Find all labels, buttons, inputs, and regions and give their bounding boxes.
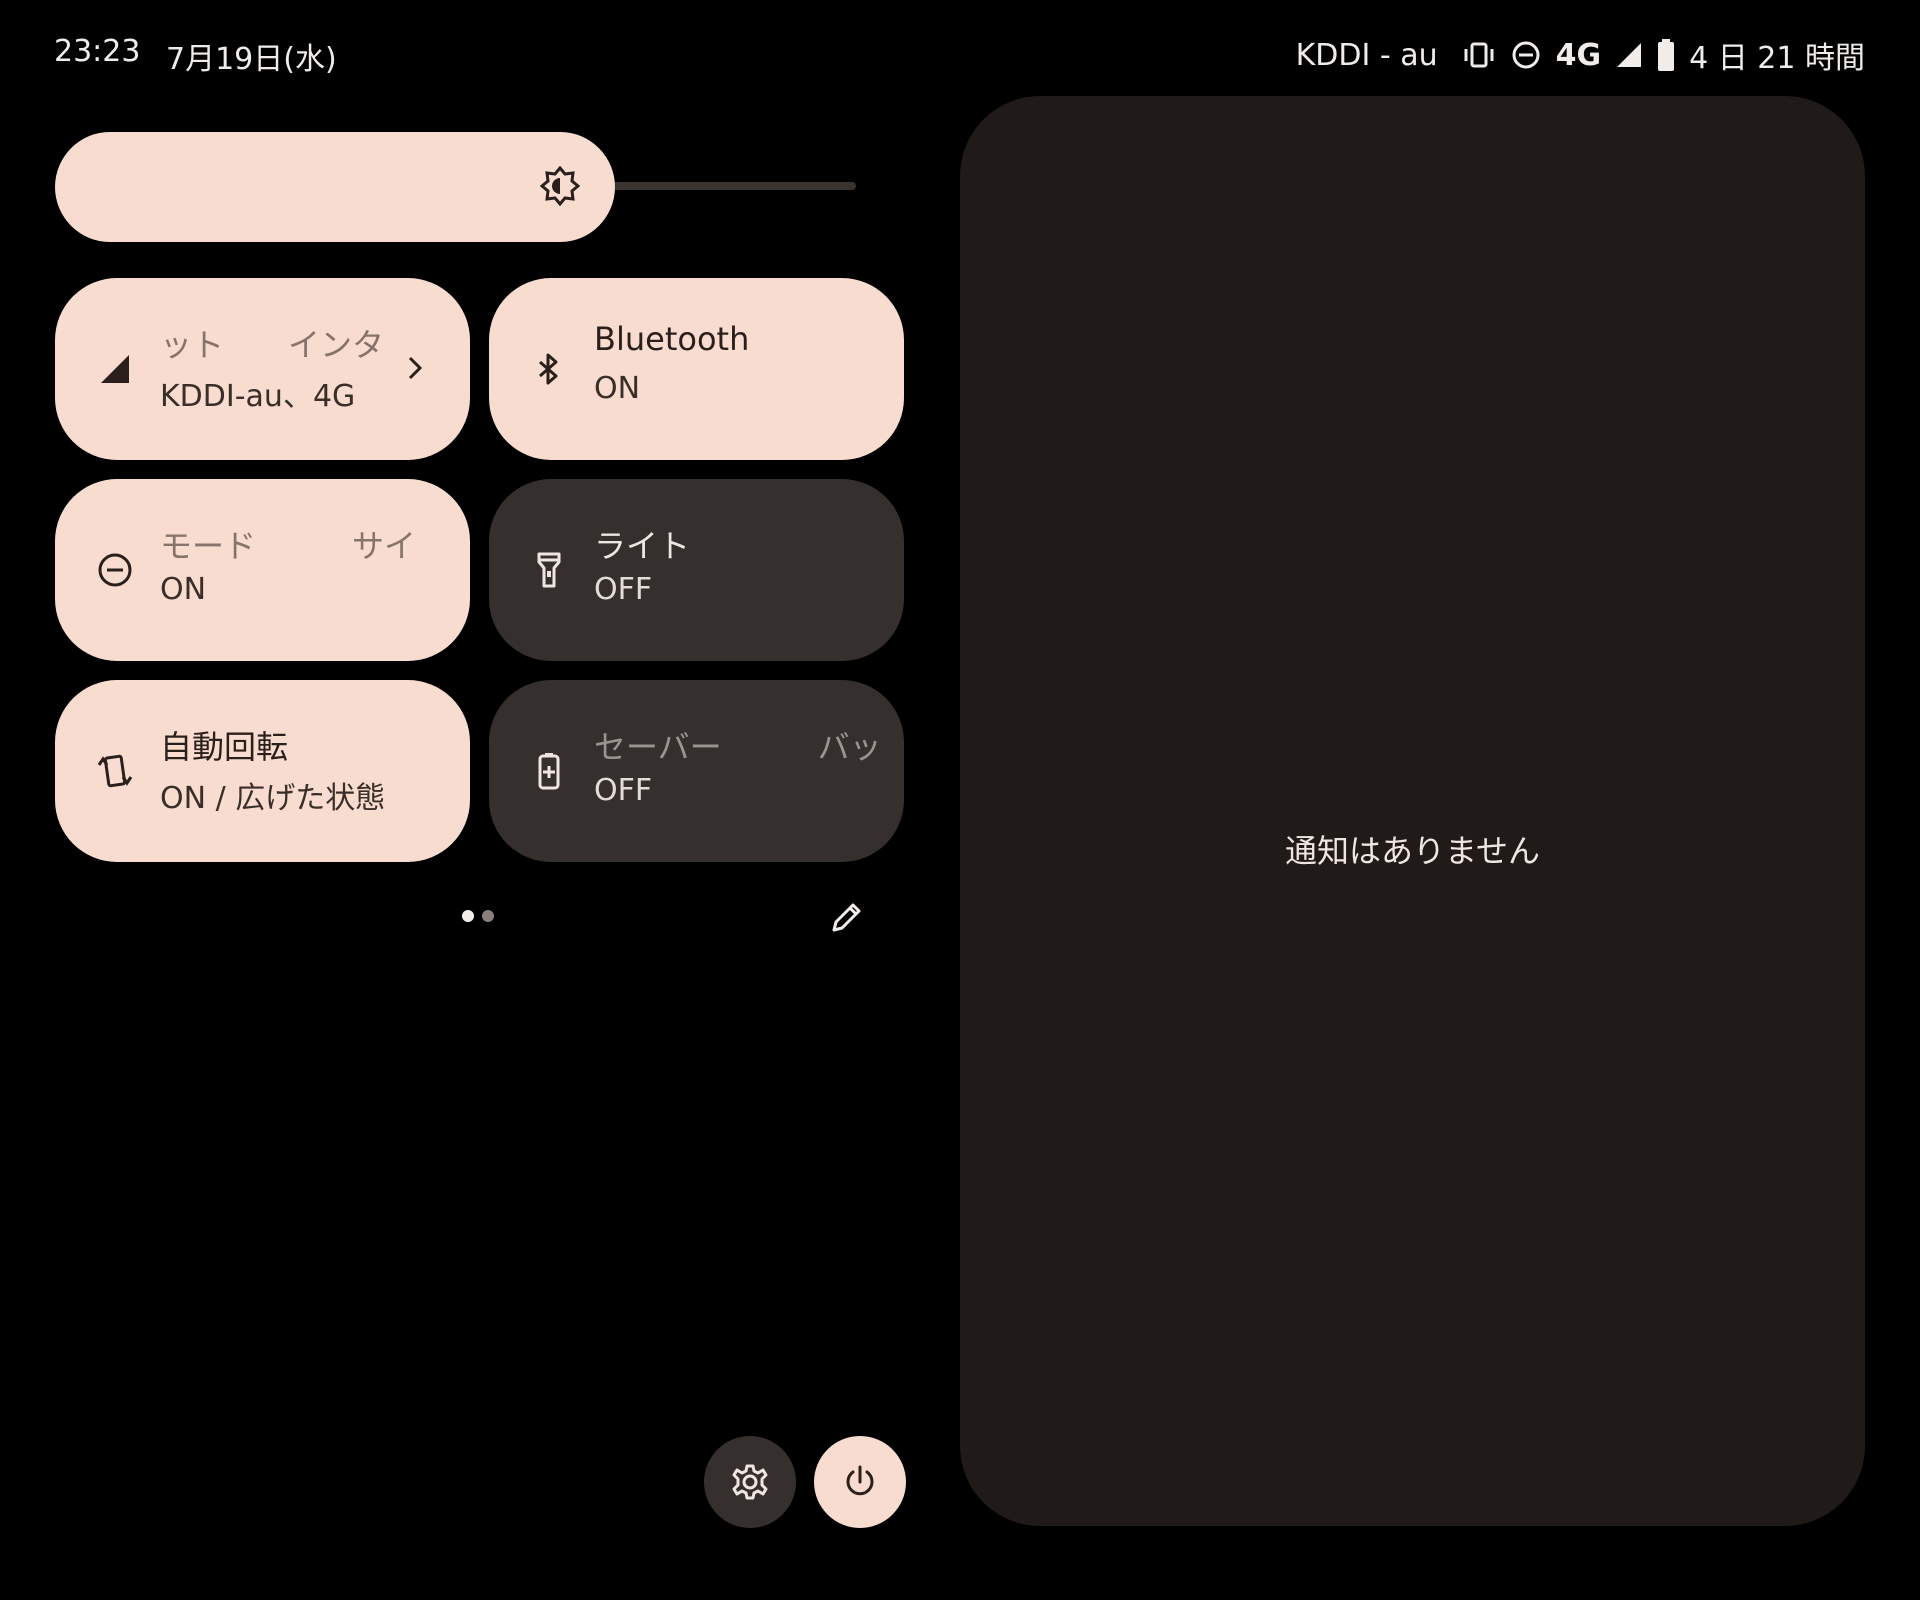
tile-label: セーバー バッ [594,728,882,766]
brightness-auto-icon [539,165,581,207]
tile-do-not-disturb[interactable]: モード サイ ON [55,479,470,661]
dnd-icon [1510,39,1542,71]
network-type: 4G [1555,37,1602,73]
battery-saver-icon [529,751,569,791]
carrier-name: KDDI - au [1295,37,1438,73]
vibrate-icon [1462,40,1496,70]
chevron-right-icon[interactable] [395,348,435,388]
tile-bluetooth[interactable]: Bluetooth ON [489,278,904,460]
tile-auto-rotate[interactable]: 自動回転 ON / 広げた状態 [55,680,470,862]
tile-status: ON [594,371,641,406]
battery-remaining: 4 日 21 時間 [1689,41,1865,76]
page-dot [482,910,494,922]
tile-flashlight[interactable]: ライト OFF [489,479,904,661]
flashlight-icon [529,550,569,590]
tile-status: OFF [594,773,653,808]
tile-status: OFF [594,572,653,607]
notification-panel: 通知はありません [960,96,1865,1526]
tile-internet[interactable]: ット インタ KDDI-au、4G [55,278,470,460]
power-icon [846,1465,874,1496]
tile-status: ON / 広げた状態 [160,781,386,816]
tile-label: モード サイ [160,527,417,565]
signal-icon [1615,41,1643,69]
tile-label: 自動回転 [160,728,289,766]
tile-label: ライト [594,527,691,565]
tile-status: ON [160,572,207,607]
tile-label: Bluetooth [594,320,750,358]
edit-icon[interactable] [826,898,866,938]
no-notifications-text: 通知はありません [1284,832,1541,870]
brightness-slider-fill[interactable] [55,132,615,242]
gear-icon [732,1464,768,1500]
page-indicator [462,910,494,922]
status-icons: KDDI - au 4G 4 日 21 時間 [1296,30,1865,80]
bluetooth-icon [529,349,569,389]
power-button[interactable] [814,1436,906,1528]
status-date: 7月19日(水) [166,42,337,77]
tile-status: KDDI-au、4G [160,379,356,414]
battery-icon [1657,39,1675,71]
page-dot-active [462,910,474,922]
signal-icon [95,349,135,389]
dnd-icon [95,550,135,590]
rotate-icon [95,751,135,791]
tile-battery-saver[interactable]: セーバー バッ OFF [489,680,904,862]
tile-label: ット インタ [160,326,385,364]
settings-button[interactable] [704,1436,796,1528]
status-time: 23:23 [54,34,141,69]
